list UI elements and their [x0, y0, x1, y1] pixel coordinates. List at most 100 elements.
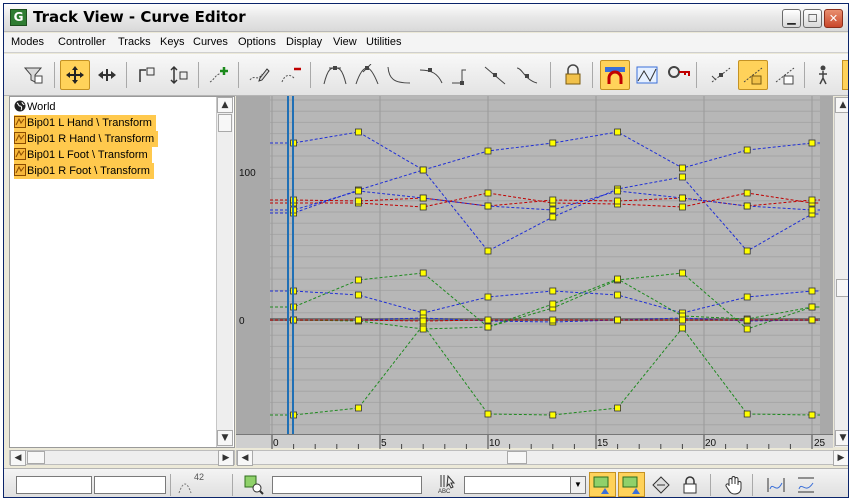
key-marker[interactable]: [743, 146, 751, 154]
scroll-right-icon[interactable]: ▶: [218, 450, 234, 466]
lock-tangents-2-button[interactable]: [770, 60, 800, 90]
key-marker[interactable]: [678, 324, 686, 332]
draw-curves-button[interactable]: [244, 60, 274, 90]
key-marker[interactable]: [549, 287, 557, 295]
show-all-tangents-button[interactable]: [647, 472, 674, 497]
key-marker[interactable]: [743, 247, 751, 255]
abc-filter[interactable]: ABC: [438, 474, 460, 496]
key-marker[interactable]: [678, 173, 686, 181]
scroll-right-icon[interactable]: ▶: [833, 450, 848, 466]
frame-horizontal-button[interactable]: [762, 472, 789, 497]
scroll-thumb[interactable]: [507, 451, 527, 464]
key-marker[interactable]: [419, 194, 427, 202]
show-tangents-button[interactable]: [706, 60, 736, 90]
menu-keys[interactable]: Keys: [160, 36, 184, 48]
key-marker[interactable]: [355, 187, 362, 195]
scroll-up-icon[interactable]: ▲: [835, 97, 848, 113]
key-marker[interactable]: [419, 269, 427, 277]
key-marker[interactable]: [678, 269, 686, 277]
key-marker[interactable]: [614, 128, 622, 136]
tangent-fast-button[interactable]: [384, 60, 414, 90]
toolbar-overflow[interactable]: [842, 60, 848, 90]
menu-view[interactable]: View: [333, 36, 357, 48]
zoom-selected-button[interactable]: [240, 472, 267, 497]
tangent-auto-button[interactable]: [320, 60, 350, 90]
menu-display[interactable]: Display: [286, 36, 322, 48]
scale-keys-button[interactable]: [132, 60, 162, 90]
reduce-keys-button[interactable]: [276, 60, 306, 90]
pan-button[interactable]: [720, 472, 747, 497]
scroll-down-icon[interactable]: ▼: [835, 430, 848, 446]
scroll-left-icon[interactable]: ◀: [237, 450, 253, 466]
key-marker[interactable]: [549, 300, 557, 308]
key-marker[interactable]: [808, 316, 816, 324]
key-marker[interactable]: [678, 203, 686, 211]
move-keys-button[interactable]: [60, 60, 90, 90]
key-marker[interactable]: [549, 213, 557, 221]
key-marker[interactable]: [355, 276, 362, 284]
scroll-down-icon[interactable]: ▼: [217, 430, 233, 446]
frame-ruler[interactable]: 0 5 10 15 20 25: [236, 434, 833, 449]
key-marker[interactable]: [808, 287, 816, 295]
key-marker[interactable]: [355, 197, 362, 205]
parameter-range-button[interactable]: [632, 60, 662, 90]
key-marker[interactable]: [743, 410, 751, 418]
key-marker[interactable]: [614, 187, 622, 195]
key-marker[interactable]: [355, 404, 362, 412]
filter-selected-button[interactable]: [589, 472, 616, 497]
key-marker[interactable]: [484, 147, 492, 155]
key-marker[interactable]: [355, 291, 362, 299]
key-marker[interactable]: [808, 206, 816, 214]
tree-item-r-hand[interactable]: Bip01 R Hand \ Transform: [14, 131, 159, 147]
key-marker[interactable]: [355, 128, 362, 136]
scroll-left-icon[interactable]: ◀: [10, 450, 26, 466]
tree-item-l-hand[interactable]: Bip01 L Hand \ Transform: [14, 115, 156, 131]
tangent-step-button[interactable]: [448, 60, 478, 90]
graph-horizontal-scrollbar[interactable]: ◀ ▶: [236, 450, 848, 466]
key-marker[interactable]: [484, 323, 492, 331]
key-marker[interactable]: [484, 410, 492, 418]
scroll-thumb[interactable]: [218, 114, 232, 132]
menu-controller[interactable]: Controller: [58, 36, 106, 48]
value-field[interactable]: [94, 476, 166, 494]
key-marker[interactable]: [743, 202, 751, 210]
key-marker[interactable]: [614, 404, 622, 412]
tree-item-r-foot[interactable]: Bip01 R Foot \ Transform: [14, 163, 154, 179]
key-marker[interactable]: [743, 316, 751, 324]
key-marker[interactable]: [678, 194, 686, 202]
frame-value-button[interactable]: [792, 472, 819, 497]
time-slider-line-2[interactable]: [292, 96, 294, 434]
key-marker[interactable]: [419, 317, 427, 325]
menu-modes[interactable]: Modes: [11, 36, 44, 48]
key-marker[interactable]: [549, 196, 557, 204]
menu-tracks[interactable]: Tracks: [118, 36, 151, 48]
time-slider-line[interactable]: [287, 96, 289, 434]
key-marker[interactable]: [614, 197, 622, 205]
selection-name-field[interactable]: [272, 476, 422, 494]
tree-vertical-scrollbar[interactable]: ▲ ▼: [216, 97, 233, 447]
tangent-smooth-button[interactable]: [512, 60, 542, 90]
key-marker[interactable]: [419, 203, 427, 211]
tangent-linear-button[interactable]: [480, 60, 510, 90]
filter-button[interactable]: [18, 60, 48, 90]
key-marker[interactable]: [808, 303, 816, 311]
snap-frames-button[interactable]: [600, 60, 630, 90]
chevron-down-icon[interactable]: ▼: [570, 476, 586, 494]
key-marker[interactable]: [419, 325, 427, 333]
key-marker[interactable]: [355, 316, 362, 324]
scale-values-button[interactable]: [164, 60, 194, 90]
track-dropdown[interactable]: ▼: [464, 476, 586, 494]
slide-keys-button[interactable]: [92, 60, 122, 90]
frame-field[interactable]: [16, 476, 92, 494]
maximize-button[interactable]: ☐: [803, 9, 822, 28]
key-marker[interactable]: [678, 164, 686, 172]
tangent-custom-button[interactable]: [352, 60, 382, 90]
menu-utilities[interactable]: Utilities: [366, 36, 401, 48]
biped-button[interactable]: [810, 60, 840, 90]
menu-curves[interactable]: Curves: [193, 36, 228, 48]
key-marker[interactable]: [549, 411, 557, 419]
tree-root-world[interactable]: World: [14, 99, 56, 115]
key-marker[interactable]: [614, 316, 622, 324]
scroll-thumb[interactable]: [836, 279, 848, 297]
key-marker[interactable]: [743, 189, 751, 197]
